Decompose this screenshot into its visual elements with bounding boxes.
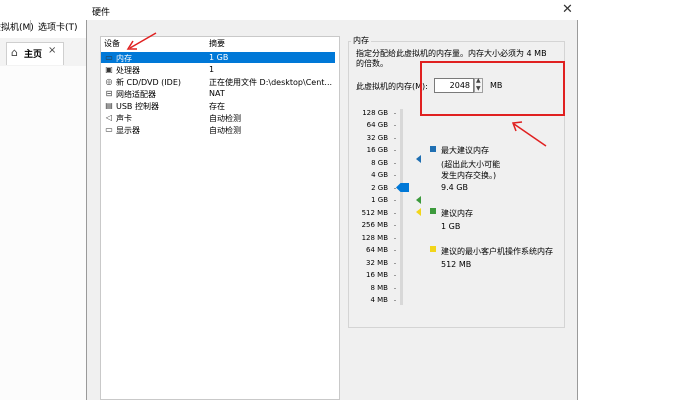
max-recommended-note: (超出此大小可能 bbox=[441, 160, 501, 169]
scale-label: 64 MB bbox=[366, 246, 388, 254]
scale-label: 128 GB bbox=[362, 109, 388, 117]
scale-tick bbox=[394, 238, 396, 239]
memory-slider-track[interactable] bbox=[400, 109, 403, 305]
device-name: 网络适配器 bbox=[116, 90, 156, 99]
max-legend-square bbox=[430, 146, 436, 152]
background-library-pane bbox=[0, 66, 86, 400]
scale-label: 32 GB bbox=[366, 134, 388, 142]
annotation-highlight-box bbox=[420, 61, 565, 116]
minimum-legend-square bbox=[430, 246, 436, 252]
max-recommended-note-cont: 发生内存交换。) bbox=[441, 171, 497, 180]
minimum-value: 512 MB bbox=[441, 260, 472, 269]
scale-label: 4 GB bbox=[371, 171, 388, 179]
minimum-title: 建议的最小客户机操作系统内存 bbox=[441, 247, 553, 256]
scale-label: 4 MB bbox=[370, 296, 388, 304]
memory-description-cont: 的倍数。 bbox=[356, 59, 388, 68]
memory-group-title: 内存 bbox=[351, 35, 371, 46]
background-workspace bbox=[578, 0, 693, 400]
max-recommended-value: 9.4 GB bbox=[441, 183, 468, 192]
scale-label: 256 MB bbox=[361, 221, 388, 229]
scale-tick bbox=[394, 163, 396, 164]
device-row-cd-dvd[interactable]: ◎ 新 CD/DVD (IDE) 正在使用文件 D:\desktop\Cent.… bbox=[101, 76, 335, 87]
scale-tick bbox=[394, 250, 396, 251]
scale-tick bbox=[394, 213, 396, 214]
device-row-network[interactable]: ⊟ 网络适配器 NAT bbox=[101, 88, 335, 99]
device-row-processor[interactable]: ▣ 处理器 1 bbox=[101, 64, 335, 75]
scale-tick bbox=[394, 188, 396, 189]
device-summary: 正在使用文件 D:\desktop\Cent... bbox=[209, 78, 333, 87]
dialog-titlebar bbox=[86, 0, 578, 20]
scale-tick bbox=[394, 125, 396, 126]
recommended-marker bbox=[416, 196, 421, 204]
device-name: 显示器 bbox=[116, 126, 140, 135]
network-adapter-icon: ⊟ bbox=[105, 89, 113, 98]
processor-icon: ▣ bbox=[105, 65, 113, 74]
scale-label: 128 MB bbox=[361, 234, 388, 242]
scale-tick bbox=[394, 200, 396, 201]
scale-tick bbox=[394, 275, 396, 276]
device-name: USB 控制器 bbox=[116, 102, 159, 111]
device-summary: NAT bbox=[209, 89, 225, 98]
device-summary: 自动检测 bbox=[209, 126, 241, 135]
device-name: 处理器 bbox=[116, 66, 140, 75]
scale-label: 8 GB bbox=[371, 159, 388, 167]
recommended-legend-square bbox=[430, 208, 436, 214]
scale-tick bbox=[394, 138, 396, 139]
device-name: 新 CD/DVD (IDE) bbox=[116, 78, 181, 87]
annotation-arrow-list bbox=[126, 32, 157, 50]
recommended-value: 1 GB bbox=[441, 222, 461, 231]
device-summary: 自动检测 bbox=[209, 114, 241, 123]
usb-controller-icon: ▤ bbox=[105, 101, 113, 110]
sound-card-icon: ◁ bbox=[105, 113, 113, 122]
column-header-summary[interactable]: 摘要 bbox=[209, 38, 225, 49]
device-summary: 1 bbox=[209, 65, 215, 74]
scale-tick bbox=[394, 175, 396, 176]
device-row-sound[interactable]: ◁ 声卡 自动检测 bbox=[101, 112, 335, 123]
device-name: 内存 bbox=[116, 54, 132, 63]
scale-tick bbox=[394, 150, 396, 151]
scale-tick bbox=[394, 300, 396, 301]
scale-tick bbox=[394, 113, 396, 114]
device-row-usb[interactable]: ▤ USB 控制器 存在 bbox=[101, 100, 335, 111]
home-icon: ⌂ bbox=[11, 46, 18, 59]
scale-label: 16 MB bbox=[366, 271, 388, 279]
display-icon: ▭ bbox=[105, 125, 113, 134]
tab-close-icon[interactable]: × bbox=[48, 45, 56, 56]
scale-label: 16 GB bbox=[366, 146, 388, 154]
scale-label: 32 MB bbox=[366, 259, 388, 267]
column-header-device[interactable]: 设备 bbox=[104, 38, 120, 49]
recommended-title: 建议内存 bbox=[441, 209, 473, 218]
scale-label: 64 GB bbox=[366, 121, 388, 129]
menu-vm[interactable]: 虚拟机(M) bbox=[0, 20, 34, 33]
menu-tabs[interactable]: 选项卡(T) bbox=[38, 20, 78, 33]
device-row-display[interactable]: ▭ 显示器 自动检测 bbox=[101, 124, 335, 135]
scale-tick bbox=[394, 288, 396, 289]
max-recommended-title: 最大建议内存 bbox=[441, 146, 489, 155]
device-summary: 存在 bbox=[209, 102, 225, 111]
scale-tick bbox=[394, 263, 396, 264]
scale-label: 8 MB bbox=[370, 284, 388, 292]
dialog-title: 硬件 bbox=[92, 8, 111, 18]
close-icon[interactable]: ✕ bbox=[562, 2, 573, 17]
minimum-marker bbox=[416, 208, 421, 216]
max-recommended-marker bbox=[416, 155, 421, 163]
scale-label: 2 GB bbox=[371, 184, 388, 192]
scale-label: 512 MB bbox=[361, 209, 388, 217]
memory-field-label: 此虚拟机的内存(M): bbox=[356, 82, 428, 91]
device-summary: 1 GB bbox=[209, 53, 229, 62]
scale-label: 1 GB bbox=[371, 196, 388, 204]
cd-dvd-icon: ◎ bbox=[105, 77, 113, 86]
device-name: 声卡 bbox=[116, 114, 132, 123]
memory-icon: ▭ bbox=[105, 53, 113, 62]
home-tab-label: 主页 bbox=[24, 50, 43, 60]
menu-separator bbox=[30, 20, 31, 32]
scale-tick bbox=[394, 225, 396, 226]
